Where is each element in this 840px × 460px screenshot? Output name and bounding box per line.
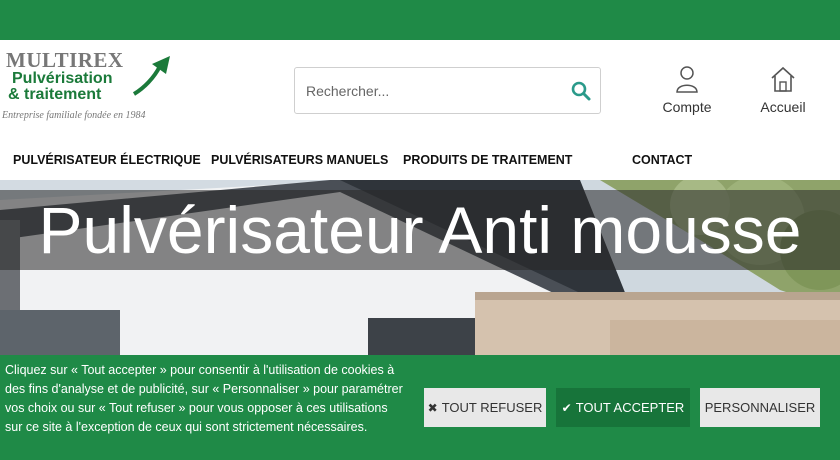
user-icon	[676, 66, 698, 93]
customize-button[interactable]: PERSONNALISER	[700, 388, 820, 427]
main-nav: PULVÉRISATEUR ÉLECTRIQUE PULVÉRISATEURS …	[0, 140, 840, 180]
nav-item-contact[interactable]: CONTACT	[632, 153, 692, 167]
account-label: Compte	[662, 99, 712, 115]
refuse-all-button[interactable]: ✖ TOUT REFUSER	[424, 388, 546, 427]
hero-title: Pulvérisateur Anti mousse	[38, 193, 802, 267]
nav-item-pulverisateurs-manuels[interactable]: PULVÉRISATEURS MANUELS	[211, 153, 388, 167]
logo-tagline: Entreprise familiale fondée en 1984	[2, 110, 146, 121]
accept-all-button[interactable]: ✔ TOUT ACCEPTER	[556, 388, 690, 427]
logo-line-2: & traitement	[8, 86, 102, 103]
search-icon[interactable]	[570, 80, 592, 102]
cookie-text: Cliquez sur « Tout accepter » pour conse…	[5, 363, 403, 434]
refuse-all-label: TOUT REFUSER	[441, 400, 543, 415]
accept-all-label: TOUT ACCEPTER	[575, 400, 685, 415]
site-header: MULTIREX Pulvérisation & traitement Entr…	[0, 40, 840, 140]
hero-banner: Pulvérisateur Anti mousse	[0, 180, 840, 355]
nav-item-produits-de-traitement[interactable]: PRODUITS DE TRAITEMENT	[403, 153, 572, 167]
home-label: Accueil	[760, 99, 806, 115]
home-icon	[771, 66, 795, 92]
site-logo[interactable]: MULTIREX Pulvérisation & traitement Entr…	[2, 48, 180, 128]
logo-arrow-icon	[132, 56, 170, 96]
search-box	[294, 67, 601, 114]
nav-item-pulverisateur-electrique[interactable]: PULVÉRISATEUR ÉLECTRIQUE	[13, 153, 201, 167]
close-icon: ✖	[427, 400, 438, 415]
search-input[interactable]	[296, 69, 558, 112]
cookie-banner: Cliquez sur « Tout accepter » pour conse…	[0, 355, 840, 460]
home-link[interactable]: Accueil	[755, 65, 811, 117]
customize-label: PERSONNALISER	[704, 400, 816, 415]
account-link[interactable]: Compte	[655, 65, 719, 117]
top-bar	[0, 0, 840, 40]
check-icon: ✔	[561, 400, 572, 415]
